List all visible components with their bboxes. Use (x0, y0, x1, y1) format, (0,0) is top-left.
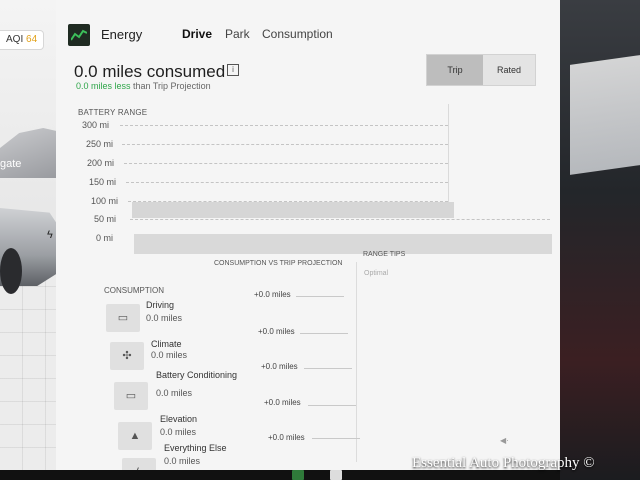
window-reflection (570, 55, 640, 175)
row-value-everything-else: 0.0 miles (164, 456, 201, 466)
range-mode-toggle: Trip Rated (426, 54, 536, 86)
app-dock-icon[interactable] (330, 470, 342, 480)
battery-icon: ▭ (114, 382, 148, 410)
row-delta-driving: +0.0 miles (254, 290, 291, 299)
energy-dock-icon[interactable] (292, 470, 304, 480)
tailgate-label[interactable]: gate (0, 158, 21, 170)
energy-app-icon (68, 24, 90, 46)
door-trim (556, 0, 640, 480)
trip-projection-delta: 0.0 miles less than Trip Projection (76, 81, 211, 91)
rated-option[interactable]: Rated (483, 55, 535, 85)
aqi-label: AQI (6, 34, 24, 45)
energy-header: Energy Drive Park Consumption (68, 24, 548, 46)
row-delta-elevation: +0.0 miles (264, 398, 301, 407)
car-icon: ▭ (106, 304, 140, 332)
gridline (130, 219, 550, 220)
row-value-battery-conditioning: 0.0 miles (156, 388, 193, 398)
row-line (308, 405, 356, 406)
consumption-vs-title: CONSUMPTION VS TRIP PROJECTION (214, 260, 343, 267)
range-bar-trip (134, 234, 552, 254)
row-value-climate: 0.0 miles (151, 350, 188, 360)
y-tick-0: 0 mi (96, 233, 114, 243)
consumption-title: CONSUMPTION (104, 286, 164, 295)
fan-icon: ✣ (110, 342, 144, 370)
aqi-value: 64 (26, 34, 38, 45)
chart-divider (448, 104, 449, 216)
range-tips-title: RANGE TIPS (363, 251, 406, 258)
y-tick-250: 250 mi (86, 139, 114, 149)
mountain-icon: ▲ (118, 422, 152, 450)
gridline (126, 182, 448, 183)
y-tick-200: 200 mi (87, 158, 115, 168)
tab-consumption[interactable]: Consumption (262, 27, 333, 41)
y-tick-50: 50 mi (94, 214, 117, 224)
vehicle-wheel (0, 248, 22, 294)
trip-option[interactable]: Trip (427, 55, 483, 85)
row-delta-battery-conditioning: +0.0 miles (261, 362, 298, 371)
row-delta-climate: +0.0 miles (258, 327, 295, 336)
row-name-elevation: Elevation (160, 414, 198, 424)
miles-consumed: 0.0 miles consumed (74, 62, 226, 81)
row-name-climate: Climate (151, 339, 182, 349)
tab-park[interactable]: Park (225, 27, 250, 41)
range-tips-value: Optimal (364, 270, 389, 277)
delta-suffix: than Trip Projection (130, 81, 211, 91)
row-line (296, 296, 344, 297)
row-delta-everything-else: +0.0 miles (268, 433, 305, 442)
touchscreen: AQI 64 gate ϟ Energy Drive Park Consumpt… (0, 0, 560, 470)
row-name-everything-else: Everything Else (164, 443, 227, 453)
row-value-elevation: 0.0 miles (160, 427, 197, 437)
y-tick-100: 100 mi (91, 196, 119, 206)
row-name-battery-conditioning: Battery Conditioning (156, 370, 238, 380)
photographer-watermark: Essential Auto Photography © (412, 455, 595, 471)
gridline (124, 163, 448, 164)
energy-panel: Energy Drive Park Consumption 0.0 miles … (56, 0, 560, 470)
row-value-driving: 0.0 miles (146, 313, 183, 323)
tips-divider (356, 262, 357, 462)
charge-bolt-icon: ϟ (47, 229, 53, 241)
y-tick-150: 150 mi (89, 177, 117, 187)
gridline (122, 144, 448, 145)
y-tick-300: 300 mi (82, 120, 110, 130)
row-line (300, 333, 348, 334)
row-name-driving: Driving (146, 300, 175, 310)
row-line (312, 438, 360, 439)
info-icon[interactable]: i (227, 64, 239, 76)
app-title: Energy (101, 27, 143, 42)
battery-range-title: BATTERY RANGE (78, 108, 148, 117)
bolt-icon: ϟ (122, 458, 156, 470)
speaker-icon[interactable]: ◀· (500, 436, 509, 445)
aqi-badge[interactable]: AQI 64 (0, 30, 45, 50)
range-bar-full (132, 202, 454, 218)
delta-value: 0.0 miles less (76, 81, 131, 91)
tab-drive[interactable]: Drive (182, 27, 212, 41)
row-line (304, 368, 352, 369)
gridline (120, 125, 448, 126)
